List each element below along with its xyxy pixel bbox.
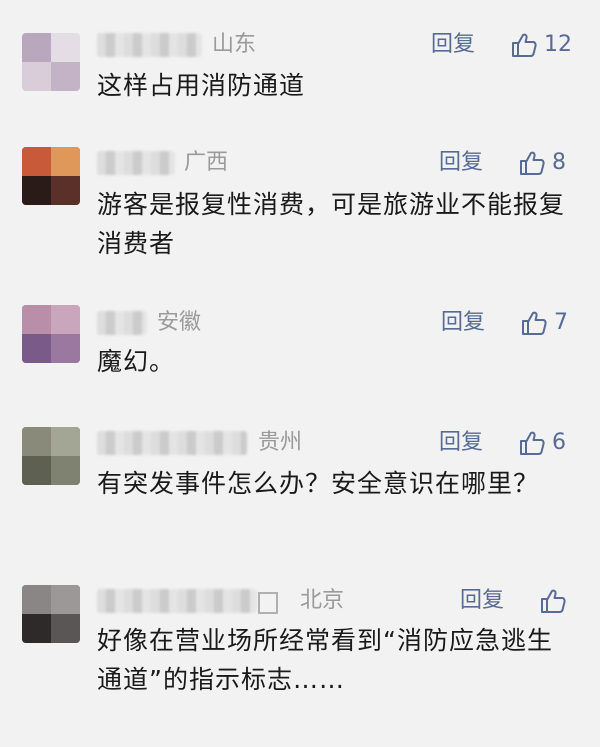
avatar[interactable] — [22, 305, 80, 363]
username-blurred[interactable] — [97, 431, 247, 455]
location-label: 广西 — [184, 150, 229, 175]
square-icon — [258, 592, 278, 614]
thumbs-up-icon — [522, 311, 547, 335]
thumbs-up-icon — [512, 33, 537, 57]
reply-button[interactable]: 回复 — [431, 31, 475, 59]
comment-text: 这样占用消防通道 — [97, 71, 306, 100]
thumbs-up-icon — [541, 589, 566, 613]
comment-text: 有突发事件怎么办？安全意识在哪里？ — [97, 469, 540, 498]
reply-button[interactable]: 回复 — [460, 587, 504, 615]
username-blurred[interactable] — [97, 589, 257, 613]
thumbs-up-icon — [520, 151, 545, 175]
like-count: 8 — [552, 150, 566, 175]
username-blurred[interactable] — [97, 151, 175, 175]
like-button[interactable]: 7 — [520, 309, 568, 337]
reply-button[interactable]: 回复 — [441, 309, 485, 337]
avatar[interactable] — [22, 585, 80, 643]
like-button[interactable]: 6 — [518, 429, 566, 457]
username-blurred[interactable] — [97, 33, 202, 57]
reply-button[interactable]: 回复 — [439, 149, 483, 177]
location-label: 安徽 — [157, 310, 202, 335]
location-label: 贵州 — [258, 430, 303, 455]
like-count: 12 — [544, 32, 572, 57]
avatar[interactable] — [22, 427, 80, 485]
like-button[interactable]: 12 — [510, 31, 572, 59]
avatar[interactable] — [22, 33, 80, 91]
thumbs-up-icon — [520, 431, 545, 455]
like-count: 6 — [552, 430, 566, 455]
location-label: 北京 — [300, 588, 345, 613]
username-blurred[interactable] — [97, 311, 147, 335]
like-button[interactable]: 8 — [518, 149, 566, 177]
comment-text: 好像在营业场所经常看到“消防应急逃生通道”的指示标志…… — [97, 626, 553, 694]
like-button[interactable] — [539, 587, 573, 615]
reply-button[interactable]: 回复 — [439, 429, 483, 457]
location-label: 山东 — [212, 32, 257, 57]
comment-text: 魔幻。 — [97, 347, 176, 376]
comment-text: 游客是报复性消费，可是旅游业不能报复消费者 — [97, 190, 566, 258]
avatar[interactable] — [22, 147, 80, 205]
like-count: 7 — [554, 310, 568, 335]
